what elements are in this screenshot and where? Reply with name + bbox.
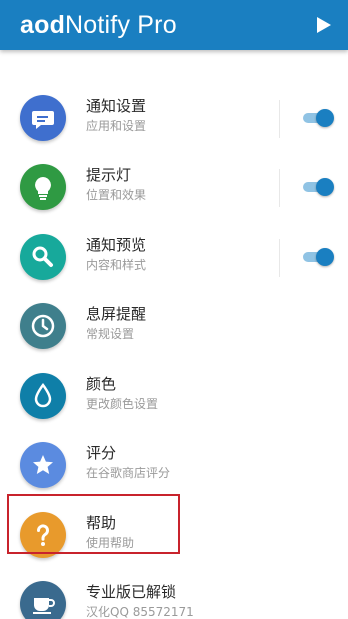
item-subtitle: 汉化QQ 85572171 (86, 605, 194, 619)
app-bar: aodNotify Pro (0, 0, 348, 50)
item-title: 息屏提醒 (86, 305, 147, 323)
list-item-notification-preview[interactable]: 通知预览 内容和样式 (0, 223, 348, 293)
item-title: 通知预览 (86, 235, 147, 254)
list-item-pro-unlocked[interactable]: 专业版已解锁 汉化QQ 85572171 (0, 570, 348, 619)
question-icon (20, 511, 66, 558)
drop-icon (20, 372, 66, 419)
list-item-help[interactable]: 帮助 使用帮助 (0, 501, 348, 571)
cup-icon (20, 581, 66, 619)
list-item-indicator-light[interactable]: 提示灯 位置和效果 (0, 153, 348, 223)
item-title: 专业版已解锁 (86, 583, 177, 601)
item-subtitle: 常规设置 (86, 327, 135, 341)
search-icon (20, 233, 66, 280)
item-subtitle: 应用和设置 (86, 118, 147, 133)
clock-icon (20, 303, 66, 349)
item-title: 颜色 (86, 374, 117, 393)
settings-list: 通知设置 应用和设置 提示灯 位置和效果 通知预览 内容和样式 息屏提醒 常规设… (0, 50, 348, 619)
notification-preview-toggle[interactable] (303, 247, 334, 266)
list-item-color[interactable]: 颜色 更改颜色设置 (0, 362, 348, 432)
item-subtitle: 使用帮助 (86, 535, 135, 550)
app-title-rest: Notify Pro (65, 11, 177, 39)
list-item-rate[interactable]: 评分 在谷歌商店评分 (0, 431, 348, 501)
toggle-divider (279, 238, 280, 277)
play-icon[interactable] (316, 16, 332, 34)
item-title: 提示灯 (86, 166, 132, 184)
bulb-icon (20, 164, 66, 210)
item-subtitle: 在谷歌商店评分 (86, 466, 171, 480)
item-subtitle: 位置和效果 (86, 188, 147, 202)
item-subtitle: 内容和样式 (86, 257, 147, 272)
toggle-divider (279, 99, 280, 138)
list-item-screen-off-reminder[interactable]: 息屏提醒 常规设置 (0, 292, 348, 362)
app-title: aodNotify Pro (20, 11, 177, 39)
item-subtitle: 更改颜色设置 (86, 396, 159, 411)
notification-settings-toggle[interactable] (303, 108, 334, 127)
app-title-bold: aod (20, 11, 66, 39)
item-title: 通知设置 (86, 96, 147, 115)
item-title: 帮助 (86, 513, 117, 532)
star-icon (20, 442, 66, 488)
message-icon (20, 94, 66, 141)
toggle-divider (279, 169, 280, 207)
list-item-notification-settings[interactable]: 通知设置 应用和设置 (0, 50, 348, 153)
item-title: 评分 (86, 444, 117, 462)
indicator-light-toggle[interactable] (303, 178, 334, 196)
